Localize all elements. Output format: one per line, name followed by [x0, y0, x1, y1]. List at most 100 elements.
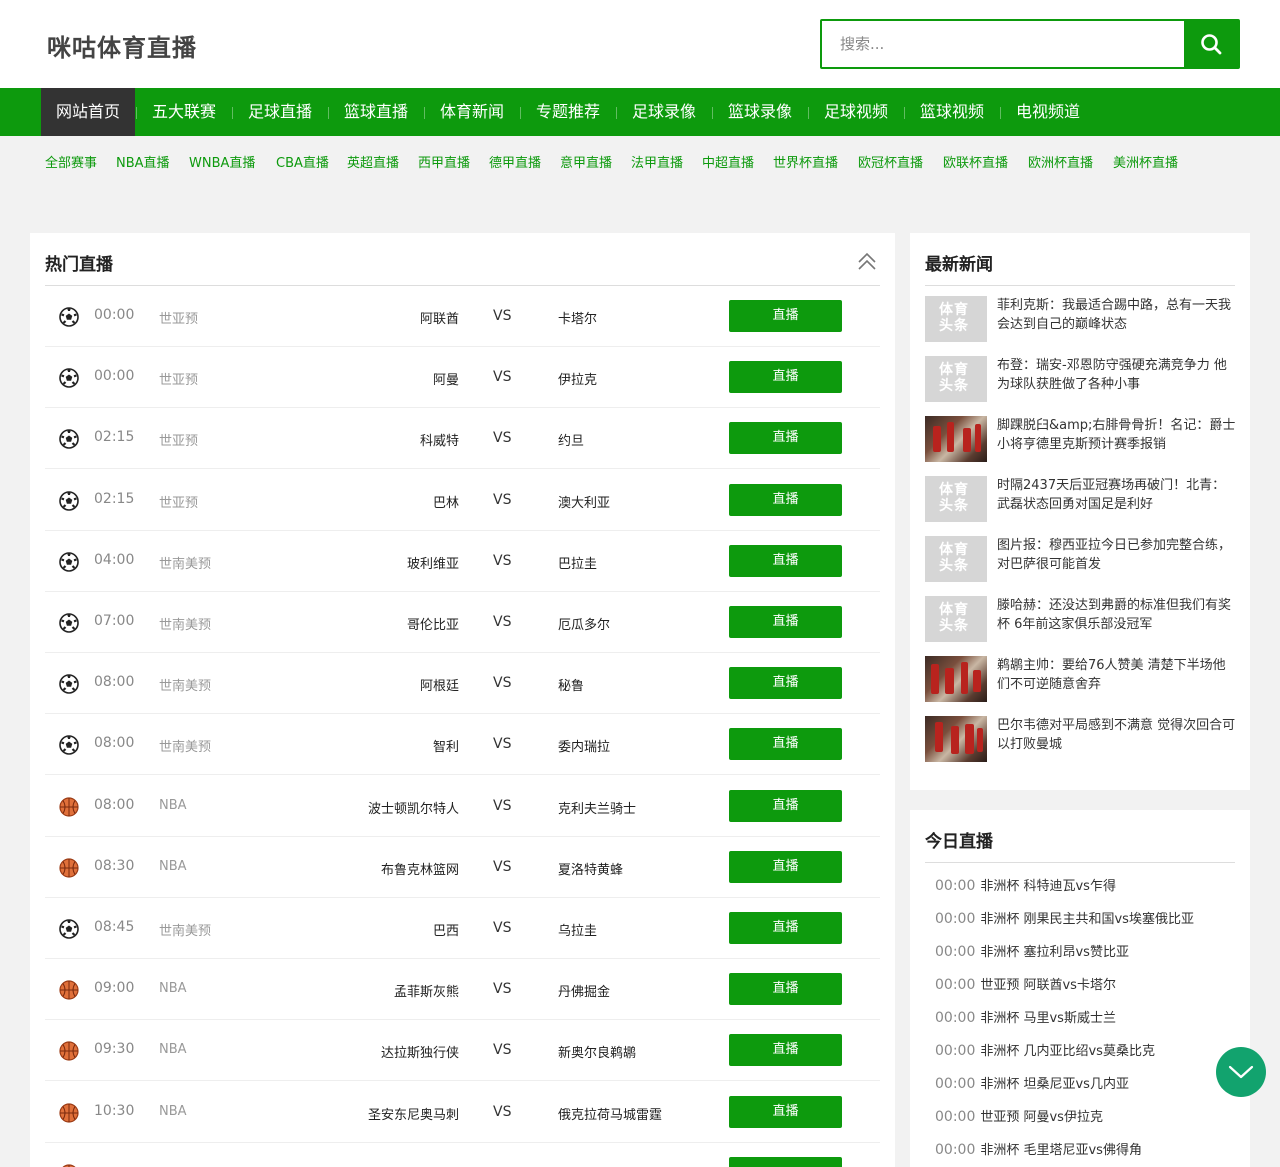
basketball-icon — [59, 1102, 79, 1123]
match-league[interactable]: 世南美预 — [159, 736, 211, 755]
live-button[interactable]: 直播 — [729, 912, 842, 944]
nav-item[interactable]: 篮球直播 — [329, 88, 423, 136]
placeholder-line: 头条 — [939, 558, 969, 574]
live-button[interactable]: 直播 — [729, 544, 842, 577]
live-button[interactable]: 直播 — [729, 483, 842, 516]
football-icon — [59, 735, 79, 756]
news-item[interactable]: 巴尔韦德对平局感到不满意 觉得次回合可以打败曼城 — [925, 716, 1235, 764]
search-button[interactable] — [1184, 21, 1238, 67]
away-team: 丹佛掘金 — [558, 985, 611, 1001]
nav-item[interactable]: 电视频道 — [1001, 88, 1095, 136]
nav-item[interactable]: 足球视频 — [809, 88, 903, 136]
live-button[interactable]: 直播 — [729, 1034, 842, 1067]
today-live-item[interactable]: 00:00 非洲杯 马里vs斯威士兰 — [935, 1007, 1116, 1026]
home-team: 圣安东尼奥马刺 — [367, 1107, 459, 1123]
double-chevron-up-icon[interactable] — [856, 251, 878, 273]
site-logo[interactable]: 咪咕体育直播 — [47, 28, 197, 63]
news-item[interactable]: 脚踝脱臼&amp;右腓骨骨折！名记：爵士小将亨德里克斯预计赛季报销 — [925, 416, 1235, 464]
news-headline[interactable]: 图片报：穆西亚拉今日已参加完整合练，对巴萨很可能首发 — [997, 536, 1237, 574]
subnav-link[interactable]: 西甲直播 — [418, 152, 470, 171]
subnav-link[interactable]: NBA直播 — [116, 152, 170, 171]
nav-item[interactable]: 体育新闻 — [425, 88, 519, 136]
news-item[interactable]: 体育 头条 图片报：穆西亚拉今日已参加完整合练，对巴萨很可能首发 — [925, 536, 1235, 584]
search-input[interactable] — [822, 21, 1184, 67]
nav-item[interactable]: 五大联赛 — [137, 88, 231, 136]
match-league[interactable]: NBA — [159, 981, 187, 996]
today-live-item[interactable]: 00:00 非洲杯 毛里塔尼亚vs佛得角 — [935, 1139, 1142, 1158]
subnav-link[interactable]: 法甲直播 — [631, 152, 683, 171]
news-headline[interactable]: 滕哈赫：还没达到弗爵的标准但我们有奖杯 6年前这家俱乐部没冠军 — [997, 596, 1237, 634]
today-match: 非洲杯 刚果民主共和国vs埃塞俄比亚 — [980, 912, 1194, 927]
today-live-item[interactable]: 00:00 世亚预 阿联酋vs卡塔尔 — [935, 974, 1116, 993]
nav-item[interactable]: 足球直播 — [233, 88, 327, 136]
subnav-link[interactable]: 欧联杯直播 — [943, 152, 1008, 171]
scroll-down-button[interactable] — [1216, 1047, 1266, 1097]
match-league[interactable]: 世南美预 — [159, 553, 211, 572]
news-headline[interactable]: 鹈鹕主帅：要给76人赞美 清楚下半场他们不可逆随意舍弃 — [997, 656, 1237, 694]
match-league[interactable]: 世南美预 — [159, 675, 211, 694]
match-league[interactable]: 世南美预 — [159, 920, 211, 939]
subnav-link[interactable]: 全部赛事 — [45, 152, 97, 171]
match-league[interactable]: 世亚预 — [159, 308, 198, 327]
nav-item[interactable]: 专题推荐 — [521, 88, 615, 136]
live-button[interactable]: 直播 — [729, 300, 842, 332]
today-live-item[interactable]: 00:00 世亚预 阿曼vs伊拉克 — [935, 1106, 1103, 1125]
subnav-link[interactable]: 美洲杯直播 — [1113, 152, 1178, 171]
subnav-link[interactable]: 德甲直播 — [489, 152, 541, 171]
nav-item[interactable]: 足球录像 — [617, 88, 711, 136]
nav-item[interactable]: 篮球视频 — [905, 88, 999, 136]
nav-item[interactable]: 网站首页 — [41, 88, 136, 136]
subnav-link[interactable]: 中超直播 — [702, 152, 754, 171]
subnav-link[interactable]: WNBA直播 — [189, 152, 255, 171]
today-live-item[interactable]: 00:00 非洲杯 坦桑尼亚vs几内亚 — [935, 1073, 1129, 1092]
news-headline[interactable]: 菲利克斯：我最适合踢中路，总有一天我会达到自己的巅峰状态 — [997, 296, 1237, 334]
news-headline[interactable]: 时隔2437天后亚冠赛场再破门！北青：武磊状态回勇对国足是利好 — [997, 476, 1237, 514]
news-item[interactable]: 体育 头条 布登：瑞安-邓恩防守强硬充满竞争力 他为球队获胜做了各种小事 — [925, 356, 1235, 404]
news-item[interactable]: 体育 头条 时隔2437天后亚冠赛场再破门！北青：武磊状态回勇对国足是利好 — [925, 476, 1235, 524]
match-league[interactable]: 世亚预 — [159, 430, 198, 449]
live-button[interactable]: 直播 — [729, 728, 842, 761]
today-live-item[interactable]: 00:00 非洲杯 塞拉利昂vs赞比亚 — [935, 941, 1129, 960]
match-league[interactable]: 世南美预 — [159, 614, 211, 633]
live-button[interactable]: 直播 — [729, 361, 842, 394]
divider — [925, 285, 1235, 286]
live-button[interactable]: 直播 — [729, 1095, 842, 1128]
nav-separator — [904, 107, 905, 119]
match-league[interactable]: 世亚预 — [159, 369, 198, 388]
live-button[interactable] — [729, 1156, 842, 1167]
nav-item[interactable]: 篮球录像 — [713, 88, 807, 136]
news-item[interactable]: 体育 头条 滕哈赫：还没达到弗爵的标准但我们有奖杯 6年前这家俱乐部没冠军 — [925, 596, 1235, 644]
match-league[interactable]: NBA — [159, 1104, 187, 1119]
live-button[interactable]: 直播 — [729, 422, 842, 455]
match-league[interactable]: NBA — [159, 859, 187, 874]
subnav-link[interactable]: 意甲直播 — [560, 152, 612, 171]
subnav-link[interactable]: CBA直播 — [276, 152, 329, 171]
news-headline[interactable]: 巴尔韦德对平局感到不满意 觉得次回合可以打败曼城 — [997, 716, 1237, 754]
today-match: 非洲杯 塞拉利昂vs赞比亚 — [980, 945, 1129, 960]
today-live-item[interactable]: 00:00 非洲杯 几内亚比绍vs莫桑比克 — [935, 1040, 1155, 1059]
today-match: 非洲杯 坦桑尼亚vs几内亚 — [980, 1077, 1129, 1092]
subnav-link[interactable]: 欧冠杯直播 — [858, 152, 923, 171]
live-button[interactable]: 直播 — [729, 606, 842, 638]
news-item[interactable]: 体育 头条 菲利克斯：我最适合踢中路，总有一天我会达到自己的巅峰状态 — [925, 296, 1235, 344]
subnav-link[interactable]: 世界杯直播 — [773, 152, 838, 171]
football-icon — [59, 490, 79, 511]
match-league[interactable]: NBA — [159, 798, 187, 813]
news-headline[interactable]: 脚踝脱臼&amp;右腓骨骨折！名记：爵士小将亨德里克斯预计赛季报销 — [997, 416, 1237, 454]
subnav-link[interactable]: 欧洲杯直播 — [1028, 152, 1093, 171]
live-button[interactable]: 直播 — [729, 850, 842, 883]
match-league[interactable]: NBA — [159, 1042, 187, 1057]
nav-separator — [1000, 107, 1001, 119]
subnav-link[interactable]: 英超直播 — [347, 152, 399, 171]
news-item[interactable]: 鹈鹕主帅：要给76人赞美 清楚下半场他们不可逆随意舍弃 — [925, 656, 1235, 704]
today-live-item[interactable]: 00:00 非洲杯 科特迪瓦vs乍得 — [935, 875, 1116, 894]
news-headline[interactable]: 布登：瑞安-邓恩防守强硬充满竞争力 他为球队获胜做了各种小事 — [997, 356, 1237, 394]
live-button[interactable]: 直播 — [729, 667, 842, 700]
away-team: 委内瑞拉 — [558, 740, 611, 756]
match-league[interactable]: 世亚预 — [159, 492, 198, 511]
match-time: 09:00 — [94, 980, 135, 997]
today-live-item[interactable]: 00:00 非洲杯 刚果民主共和国vs埃塞俄比亚 — [935, 908, 1194, 927]
placeholder-line: 体育 — [939, 542, 969, 558]
live-button[interactable]: 直播 — [729, 789, 842, 822]
live-button[interactable]: 直播 — [729, 973, 842, 1006]
